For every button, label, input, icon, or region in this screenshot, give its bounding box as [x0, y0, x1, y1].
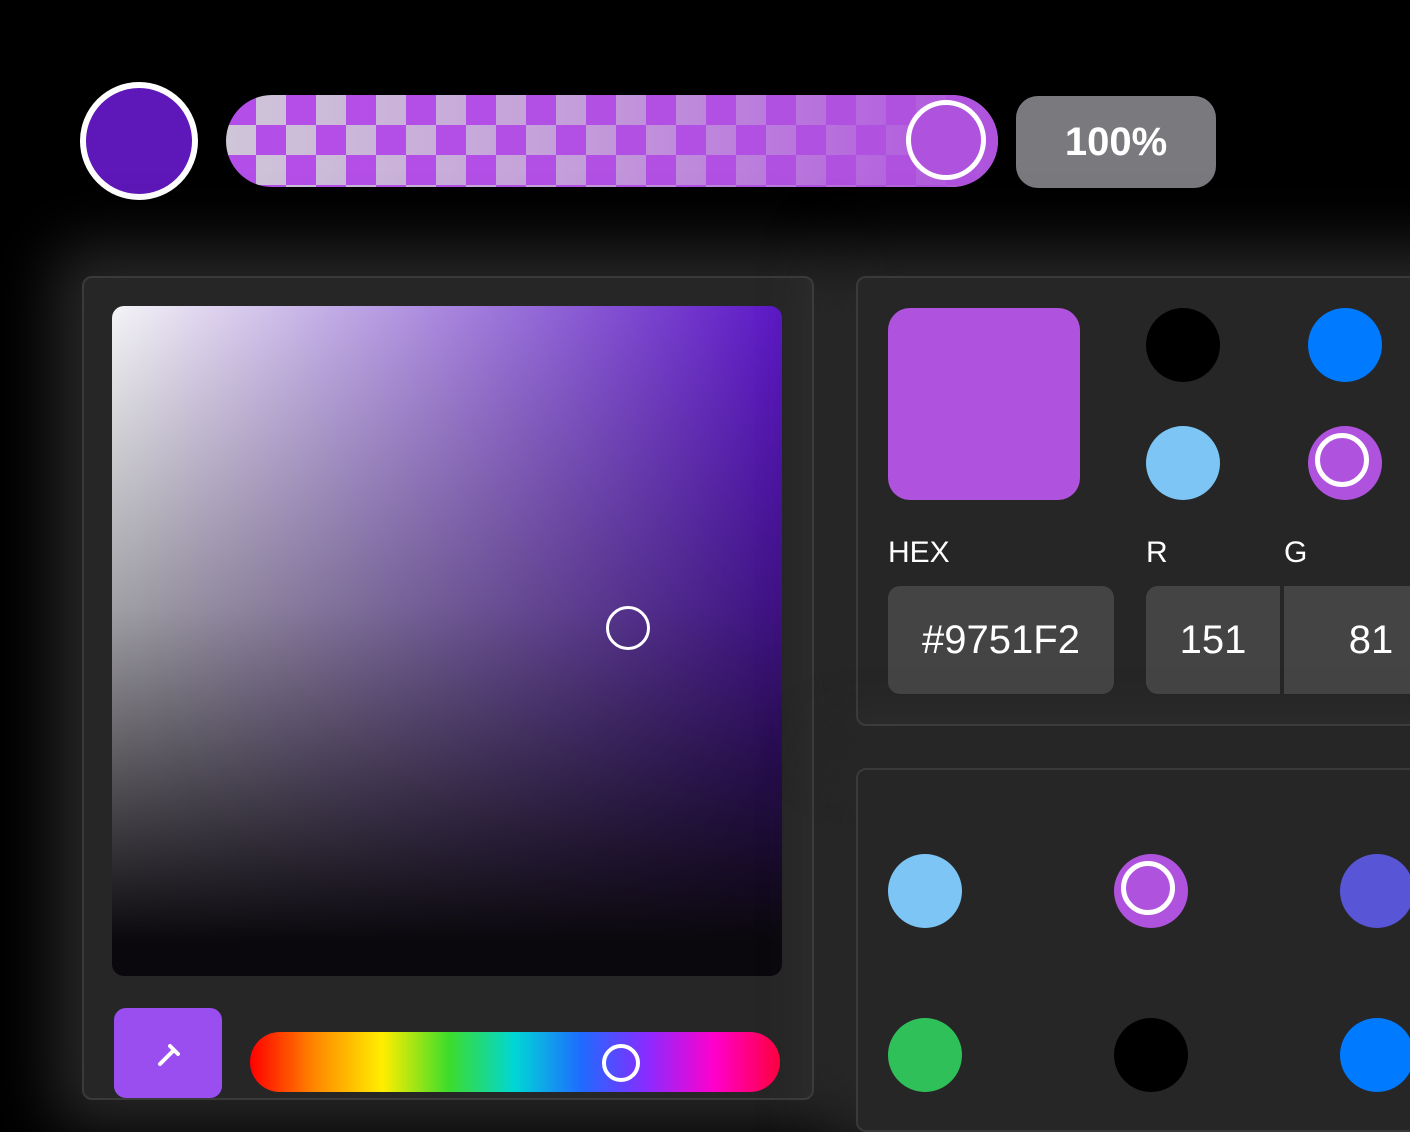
- hex-input[interactable]: #9751F2: [888, 586, 1114, 694]
- red-label: R: [1146, 536, 1168, 569]
- eyedropper-button[interactable]: [114, 1008, 222, 1098]
- swatch-black[interactable]: [1146, 308, 1220, 382]
- preset-black[interactable]: [1114, 1018, 1188, 1092]
- saturation-cursor[interactable]: [605, 605, 650, 650]
- color-picker-panel: [82, 276, 814, 1100]
- green-input[interactable]: 81: [1284, 586, 1410, 694]
- red-input[interactable]: 151: [1146, 586, 1280, 694]
- eyedropper-icon: [158, 1044, 180, 1066]
- preset-green[interactable]: [888, 1018, 962, 1092]
- hue-slider[interactable]: [250, 1032, 780, 1092]
- opacity-value-field[interactable]: 100%: [1016, 96, 1216, 188]
- current-color-swatch[interactable]: [80, 82, 198, 200]
- opacity-slider-thumb[interactable]: [906, 100, 986, 180]
- hex-value: #9751F2: [922, 617, 1080, 662]
- opacity-slider[interactable]: [226, 95, 998, 187]
- color-presets-panel: [856, 768, 1410, 1132]
- green-label: G: [1284, 536, 1308, 569]
- swatch-purple-selected[interactable]: [1308, 426, 1382, 500]
- swatch-blue[interactable]: [1308, 308, 1382, 382]
- opacity-value: 100%: [1064, 119, 1168, 164]
- preset-purple-selected[interactable]: [1114, 854, 1188, 928]
- selected-color-preview: [888, 308, 1080, 500]
- preset-blue[interactable]: [1340, 1018, 1410, 1092]
- swatch-light-blue[interactable]: [1146, 426, 1220, 500]
- green-value: 81: [1348, 617, 1394, 662]
- color-info-panel: HEX R G #9751F2 151 81: [856, 276, 1410, 726]
- red-value: 151: [1179, 617, 1247, 662]
- opacity-gradient: [226, 95, 998, 187]
- preset-light-blue[interactable]: [888, 854, 962, 928]
- saturation-brightness-area[interactable]: [112, 306, 782, 976]
- hex-label: HEX: [888, 536, 950, 569]
- preset-indigo[interactable]: [1340, 854, 1410, 928]
